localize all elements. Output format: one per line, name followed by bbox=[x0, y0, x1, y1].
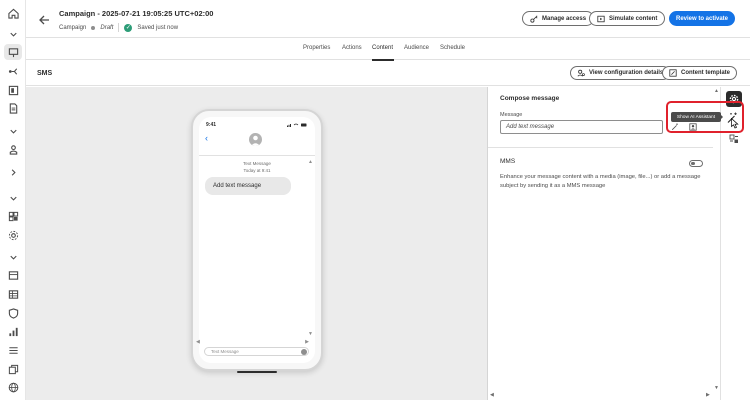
scroll-left-arrow-icon[interactable]: ◀ bbox=[196, 339, 200, 345]
home-icon[interactable] bbox=[6, 6, 20, 20]
channel-label: SMS bbox=[37, 70, 53, 77]
panel-title: Compose message bbox=[500, 95, 560, 102]
shield-icon[interactable] bbox=[6, 306, 20, 320]
document-icon[interactable] bbox=[6, 101, 20, 115]
channels-icon[interactable] bbox=[6, 268, 20, 282]
phone-preview: 9:41 ‹ Text Message Today at 9:41 Add te… bbox=[191, 109, 323, 373]
left-nav-rail bbox=[0, 0, 26, 400]
chevron-down-icon[interactable] bbox=[6, 124, 20, 138]
compose-placeholder: Text Message bbox=[211, 349, 239, 354]
tab-actions[interactable]: Actions bbox=[342, 45, 362, 51]
saved-status: Saved just now bbox=[137, 24, 179, 31]
message-bubble: Add text message bbox=[205, 177, 291, 195]
tab-content[interactable]: Content bbox=[372, 45, 393, 51]
components-icon[interactable] bbox=[6, 209, 20, 223]
content-template-label: Content template bbox=[681, 70, 731, 76]
message-field-label: Message bbox=[500, 112, 523, 118]
profile-icon[interactable] bbox=[6, 142, 20, 156]
send-icon bbox=[301, 349, 307, 355]
mms-description: Enhance your message content with a medi… bbox=[500, 174, 701, 189]
manage-access-button[interactable]: Manage access bbox=[522, 11, 595, 26]
key-icon bbox=[530, 15, 538, 23]
chevron-down-icon[interactable] bbox=[6, 250, 20, 264]
scroll-left-arrow-icon[interactable]: ◀ bbox=[490, 392, 494, 398]
message-timestamp: Today at 9:41 bbox=[243, 168, 271, 173]
content-icon[interactable] bbox=[6, 83, 20, 97]
review-to-activate-button[interactable]: Review to activate bbox=[669, 11, 735, 26]
preview-canvas: 9:41 ‹ Text Message Today at 9:41 Add te… bbox=[26, 87, 487, 400]
list-icon[interactable] bbox=[6, 343, 20, 357]
simulate-content-button[interactable]: Simulate content bbox=[589, 11, 666, 26]
divider bbox=[118, 23, 120, 32]
campaign-subline: Campaign Draft ✓ Saved just now bbox=[59, 23, 178, 32]
back-arrow-icon[interactable] bbox=[38, 13, 50, 25]
compose-panel: ▲ Compose message Message Add text messa… bbox=[487, 87, 719, 400]
reports-icon[interactable] bbox=[6, 324, 20, 338]
toggle-knob bbox=[691, 161, 695, 165]
status-dot bbox=[91, 25, 96, 30]
status-badge: Draft bbox=[100, 24, 114, 31]
campaigns-icon[interactable] bbox=[4, 44, 22, 60]
content-toolbar: SMS View configuration details Content t… bbox=[26, 61, 750, 86]
check-circle-icon: ✓ bbox=[124, 23, 133, 32]
settings-icon[interactable] bbox=[6, 228, 20, 242]
manage-access-label: Manage access bbox=[542, 15, 587, 22]
home-indicator bbox=[237, 371, 277, 373]
view-configuration-label: View configuration details bbox=[589, 70, 664, 76]
journeys-icon[interactable] bbox=[6, 64, 20, 78]
message-meta: Text Message Today at 9:41 bbox=[199, 160, 315, 174]
scroll-right-arrow-icon[interactable]: ▶ bbox=[305, 339, 309, 345]
scroll-up-arrow-icon[interactable]: ▲ bbox=[308, 159, 313, 165]
copy-icon[interactable] bbox=[6, 362, 20, 376]
simulate-content-label: Simulate content bbox=[609, 15, 658, 22]
phone-screen: 9:41 ‹ Text Message Today at 9:41 Add te… bbox=[196, 117, 315, 373]
phone-compose-field: Text Message bbox=[204, 347, 309, 356]
page-title: Campaign - 2025-07-21 19:05:25 UTC+02:00 bbox=[59, 9, 214, 18]
divider bbox=[488, 147, 713, 148]
view-configuration-button[interactable]: View configuration details bbox=[570, 66, 671, 80]
avatar bbox=[249, 133, 262, 146]
chevron-right-icon[interactable] bbox=[6, 165, 20, 179]
mms-title: MMS bbox=[500, 158, 516, 165]
message-type-label: Text Message bbox=[243, 161, 271, 166]
tab-audience[interactable]: Audience bbox=[404, 45, 429, 51]
campaign-type-label: Campaign bbox=[59, 24, 87, 31]
scroll-down-arrow-icon[interactable]: ▼ bbox=[308, 331, 313, 337]
scroll-right-arrow-icon[interactable]: ▶ bbox=[706, 392, 710, 398]
page-header: Campaign - 2025-07-21 19:05:25 UTC+02:00… bbox=[26, 0, 750, 38]
tab-schedule[interactable]: Schedule bbox=[440, 45, 465, 51]
content-template-button[interactable]: Content template bbox=[662, 66, 738, 80]
globe-icon[interactable] bbox=[6, 380, 20, 394]
right-side-rail bbox=[720, 87, 750, 400]
divider bbox=[199, 155, 315, 156]
chevron-down-icon[interactable] bbox=[6, 27, 20, 41]
tab-bar: Properties Actions Content Audience Sche… bbox=[26, 38, 750, 60]
scroll-up-arrow-icon[interactable]: ▲ bbox=[714, 88, 719, 94]
phone-time: 9:41 bbox=[206, 122, 217, 128]
chevron-left-icon[interactable]: ‹ bbox=[205, 133, 208, 143]
scroll-down-arrow-icon[interactable]: ▼ bbox=[714, 385, 719, 391]
signal-battery-icon bbox=[287, 123, 307, 127]
mouse-cursor-icon bbox=[731, 118, 739, 129]
template-icon bbox=[669, 69, 677, 77]
tab-properties[interactable]: Properties bbox=[303, 45, 330, 51]
chevron-down-icon[interactable] bbox=[6, 191, 20, 205]
message-input[interactable]: Add text message bbox=[500, 120, 663, 134]
table-icon[interactable] bbox=[6, 287, 20, 301]
simulate-icon bbox=[597, 15, 605, 22]
mms-toggle[interactable] bbox=[689, 160, 703, 167]
configuration-icon bbox=[577, 69, 585, 77]
